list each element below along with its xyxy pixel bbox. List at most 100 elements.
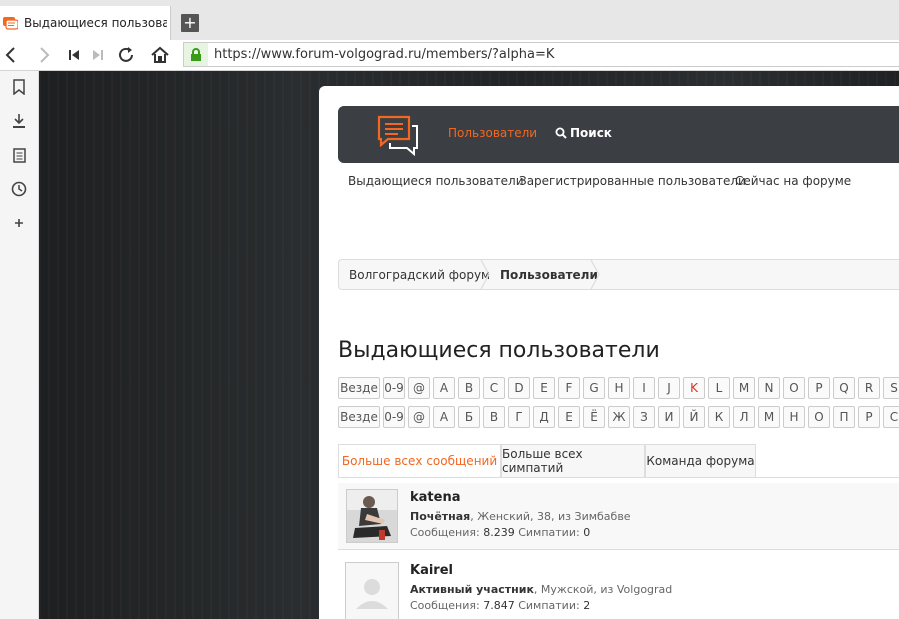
browser-sidebar: [0, 71, 39, 619]
bookmark-icon: [13, 79, 25, 95]
back-button[interactable]: [0, 43, 22, 67]
letter-filter-active[interactable]: K: [683, 377, 705, 399]
member-list-item: Kairel Активный участник, Мужской, из Vo…: [338, 556, 899, 619]
downloads-button[interactable]: [9, 111, 29, 131]
letter-filter-at[interactable]: @: [408, 377, 430, 399]
avatar[interactable]: [346, 489, 398, 543]
letter-filter-digits[interactable]: 0-9: [383, 406, 405, 428]
letter-filter[interactable]: Н: [783, 406, 805, 428]
fast-forward-button[interactable]: [87, 43, 109, 67]
letter-filter[interactable]: H: [608, 377, 630, 399]
letter-filter[interactable]: E: [533, 377, 555, 399]
add-panel-button[interactable]: [9, 213, 29, 233]
letter-filter[interactable]: A: [433, 377, 455, 399]
bookmarks-button[interactable]: [9, 77, 29, 97]
letter-filter[interactable]: С: [883, 406, 899, 428]
avatar[interactable]: [345, 562, 399, 619]
nav-search-label: Поиск: [570, 126, 612, 140]
letter-filter[interactable]: Ж: [608, 406, 630, 428]
letter-filter-all[interactable]: Везде: [338, 406, 380, 428]
letter-filter[interactable]: D: [508, 377, 530, 399]
fast-forward-icon: [93, 50, 103, 60]
letter-filter[interactable]: S: [883, 377, 899, 399]
member-name[interactable]: katena: [410, 490, 460, 505]
letter-filter[interactable]: C: [483, 377, 505, 399]
download-icon: [13, 114, 25, 128]
tab-title: Выдающиеся пользователи: [24, 16, 167, 30]
plus-icon: [15, 219, 23, 227]
letter-filter[interactable]: P: [808, 377, 830, 399]
new-tab-button[interactable]: +: [181, 14, 199, 32]
page-title: Выдающиеся пользователи: [338, 338, 660, 363]
address-bar[interactable]: https://www.forum-volgograd.ru/members/?…: [183, 42, 899, 67]
letter-filter[interactable]: R: [858, 377, 880, 399]
tab-staff[interactable]: Команда форума: [645, 444, 756, 477]
letter-filter[interactable]: Д: [533, 406, 555, 428]
breadcrumb-home[interactable]: Волгоградский форум: [349, 268, 490, 282]
forum-logo-icon: [377, 115, 418, 156]
likes-label: Симпатии:: [518, 599, 580, 612]
letter-filter[interactable]: К: [708, 406, 730, 428]
forward-button[interactable]: [33, 43, 55, 67]
clock-icon: [11, 181, 27, 197]
subnav-notable-members[interactable]: Выдающиеся пользователи: [348, 174, 524, 188]
letter-filter[interactable]: J: [658, 377, 680, 399]
nav-members-link[interactable]: Пользователи: [448, 126, 537, 140]
tab-most-likes[interactable]: Больше всех симпатий: [501, 444, 645, 477]
letter-filter[interactable]: Г: [508, 406, 530, 428]
letter-filter[interactable]: I: [633, 377, 655, 399]
breadcrumb-members[interactable]: Пользователи: [500, 268, 598, 282]
letter-filter-digits[interactable]: 0-9: [383, 377, 405, 399]
rewind-icon: [69, 50, 79, 60]
home-button[interactable]: [149, 43, 171, 67]
member-title: Активный участник: [410, 583, 534, 596]
letter-filter[interactable]: В: [483, 406, 505, 428]
member-list-tabs: Больше всех сообщений Больше всех симпат…: [338, 444, 899, 478]
tab-most-messages[interactable]: Больше всех сообщений: [338, 444, 501, 477]
notes-button[interactable]: [9, 145, 29, 165]
letter-filter[interactable]: И: [658, 406, 680, 428]
member-name[interactable]: Kairel: [410, 563, 453, 578]
letter-filter[interactable]: Е: [558, 406, 580, 428]
letter-filter[interactable]: O: [783, 377, 805, 399]
forum-header: Пользователи Поиск: [338, 106, 899, 163]
member-title: Почётная: [410, 510, 471, 523]
messages-count: 8.239: [483, 526, 515, 539]
letter-filter[interactable]: П: [833, 406, 855, 428]
user-photo-icon: [347, 490, 397, 542]
letter-filter[interactable]: З: [633, 406, 655, 428]
letter-filter[interactable]: B: [458, 377, 480, 399]
rewind-button[interactable]: [63, 43, 85, 67]
letter-filter-at[interactable]: @: [408, 406, 430, 428]
member-info: Активный участник, Мужской, из Volgograd: [410, 583, 672, 596]
letter-filter[interactable]: L: [708, 377, 730, 399]
letter-filter[interactable]: Р: [858, 406, 880, 428]
letter-filter[interactable]: M: [733, 377, 755, 399]
reload-icon: [119, 47, 133, 62]
letter-filter[interactable]: Й: [683, 406, 705, 428]
letter-filter[interactable]: Q: [833, 377, 855, 399]
back-arrow-icon: [5, 47, 15, 63]
letter-filter[interactable]: М: [758, 406, 780, 428]
likes-label: Симпатии:: [518, 526, 580, 539]
letter-filter[interactable]: О: [808, 406, 830, 428]
letter-filter[interactable]: Б: [458, 406, 480, 428]
letter-filter[interactable]: N: [758, 377, 780, 399]
nav-search-link[interactable]: Поиск: [555, 126, 612, 140]
member-stats: Сообщения: 8.239 Симпатии: 0: [410, 526, 590, 539]
letter-filter-all[interactable]: Везде: [338, 377, 380, 399]
letter-filter[interactable]: G: [583, 377, 605, 399]
member-details: , Женский, 38, из Зимбабве: [470, 510, 631, 523]
tab-strip: Выдающиеся пользователи +: [0, 0, 899, 40]
reload-button[interactable]: [115, 43, 137, 67]
browser-tab[interactable]: Выдающиеся пользователи: [0, 6, 171, 40]
letter-filter[interactable]: Ё: [583, 406, 605, 428]
letter-filter[interactable]: Л: [733, 406, 755, 428]
history-button[interactable]: [9, 179, 29, 199]
subnav-registered-members[interactable]: Зарегистрированные пользователи: [519, 174, 746, 188]
likes-count: 0: [583, 526, 591, 539]
breadcrumb-separator-icon: [590, 260, 600, 289]
letter-filter[interactable]: F: [558, 377, 580, 399]
letter-filter[interactable]: А: [433, 406, 455, 428]
subnav-online-now[interactable]: Сейчас на форуме: [735, 174, 851, 188]
